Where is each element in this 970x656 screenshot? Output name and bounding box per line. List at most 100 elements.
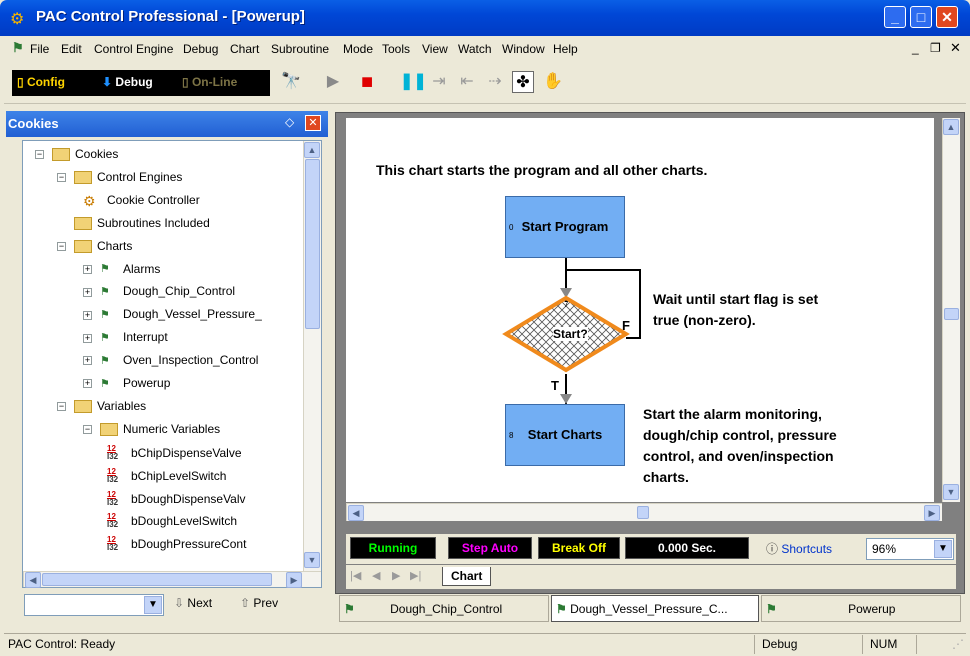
start-charts-block[interactable]: 8 Start Charts	[505, 404, 625, 466]
expand-icon[interactable]: +	[83, 264, 92, 274]
window-tab-dough-vessel[interactable]: ⚑ Dough_Vessel_Pressure_C...	[551, 595, 759, 622]
prev-sheet-icon[interactable]: ◀	[372, 569, 380, 582]
mdi-restore-icon[interactable]: ❐	[930, 41, 941, 55]
chart-vertical-scrollbar[interactable]: ▲ ▼	[942, 118, 960, 502]
menu-chart[interactable]: Chart	[230, 42, 259, 56]
pause-icon[interactable]: ❚❚	[400, 71, 427, 93]
menu-view[interactable]: View	[422, 42, 448, 56]
config-mode-button[interactable]: ▯ Config	[17, 75, 65, 89]
chart-scroll-up-icon[interactable]: ▲	[943, 119, 959, 135]
shortcuts-link[interactable]: ⓘ Shortcuts	[766, 540, 832, 557]
last-sheet-icon[interactable]: ▶|	[410, 569, 421, 582]
mdi-close-icon[interactable]: ✕	[950, 40, 961, 56]
expand-icon[interactable]: +	[83, 287, 92, 297]
chart-sheet-tab[interactable]: Chart	[442, 567, 492, 586]
step-auto-indicator[interactable]: Step Auto	[448, 537, 532, 559]
scroll-up-icon[interactable]: ▲	[304, 142, 320, 158]
scroll-left-icon[interactable]: ◀	[25, 572, 41, 588]
tree-vertical-scrollbar[interactable]: ▲ ▼	[303, 141, 321, 571]
step-out-icon[interactable]: ⇢	[484, 71, 506, 93]
tree-item[interactable]: − Numeric Variables	[83, 422, 220, 444]
tree-item[interactable]: + ⚑ Alarms	[83, 262, 160, 284]
window-tab-powerup[interactable]: ⚑ Powerup	[761, 595, 961, 622]
hscroll-thumb[interactable]	[42, 573, 272, 586]
next-sheet-icon[interactable]: ▶	[392, 569, 400, 582]
tree-item[interactable]: + ⚑ Dough_Chip_Control	[83, 284, 235, 306]
tree-item[interactable]: 12 I32 bDoughDispenseValv	[107, 490, 246, 513]
expand-icon[interactable]: +	[83, 333, 92, 343]
menu-file[interactable]: File	[30, 42, 49, 56]
zoom-select[interactable]: 96% ▼	[866, 538, 954, 560]
zoom-dropdown-icon[interactable]: ▼	[934, 540, 952, 558]
panel-close-icon[interactable]: ✕	[305, 115, 321, 131]
scroll-thumb[interactable]	[305, 159, 320, 329]
document-icon[interactable]: ⚑	[12, 40, 24, 56]
tree-item[interactable]: + ⚑ Interrupt	[83, 330, 168, 352]
chart-vscroll-thumb[interactable]	[944, 308, 959, 320]
scroll-right-icon[interactable]: ▶	[286, 572, 302, 588]
first-sheet-icon[interactable]: |◀	[350, 569, 361, 582]
mdi-minimize-icon[interactable]: _	[912, 41, 919, 55]
chart-scroll-down-icon[interactable]: ▼	[943, 484, 959, 500]
title-bar[interactable]: ⚙ PAC Control Professional - [Powerup] _…	[0, 0, 970, 36]
collapse-icon[interactable]: −	[57, 241, 66, 251]
minimize-button[interactable]: _	[884, 6, 906, 28]
menu-debug[interactable]: Debug	[183, 42, 218, 56]
tree-item[interactable]: − Control Engines	[57, 170, 182, 192]
search-combo[interactable]: ▼	[24, 594, 164, 616]
online-mode-button[interactable]: ▯ On-Line	[182, 75, 237, 89]
find-icon[interactable]: 🔭	[280, 71, 302, 93]
tree-item[interactable]: + ⚑ Dough_Vessel_Pressure_	[83, 307, 262, 329]
scroll-down-icon[interactable]: ▼	[304, 552, 320, 568]
collapse-icon[interactable]: −	[57, 402, 66, 412]
chart-scroll-left-icon[interactable]: ◀	[348, 505, 364, 521]
hand-icon[interactable]: ✋	[542, 71, 564, 93]
tree-item[interactable]: − Charts	[57, 239, 132, 261]
tree-item[interactable]: + ⚑ Oven_Inspection_Control	[83, 353, 258, 375]
menu-window[interactable]: Window	[502, 42, 545, 56]
tree-item[interactable]: 12 I32 bDoughLevelSwitch	[107, 513, 237, 535]
stop-icon[interactable]: ■	[356, 71, 378, 93]
maximize-button[interactable]: □	[910, 6, 932, 28]
next-button[interactable]: ⇩ Next	[174, 596, 212, 610]
debug-mode-button[interactable]: ⬇ Debug	[102, 75, 153, 89]
tree-item[interactable]: ⚙ Cookie Controller	[83, 193, 200, 215]
menu-mode[interactable]: Mode	[343, 42, 373, 56]
chart-scroll-right-icon[interactable]: ▶	[924, 505, 940, 521]
step-line-icon[interactable]: ⇤	[456, 71, 478, 93]
menu-subroutine[interactable]: Subroutine	[271, 42, 329, 56]
tree-item[interactable]: 12 I32 bChipDispenseValve	[107, 444, 242, 467]
chart-horizontal-scrollbar[interactable]: ◀ ▶	[346, 503, 942, 521]
tree-item[interactable]: 12 I32 bDoughPressureCont	[107, 536, 246, 558]
pin-icon[interactable]: ◇	[285, 115, 294, 129]
expand-icon[interactable]: +	[83, 379, 92, 389]
menu-watch[interactable]: Watch	[458, 42, 492, 56]
window-tab-dough-chip[interactable]: ⚑ Dough_Chip_Control	[339, 595, 549, 622]
close-button[interactable]: ✕	[936, 6, 958, 28]
chart-hscroll-thumb[interactable]	[637, 506, 649, 519]
collapse-icon[interactable]: −	[83, 425, 92, 435]
step-block-icon[interactable]: ⇥	[428, 71, 450, 93]
prev-button[interactable]: ⇧ Prev	[240, 596, 278, 610]
tree-item[interactable]: − Variables	[57, 399, 146, 421]
expand-icon[interactable]: +	[83, 356, 92, 366]
combo-dropdown-icon[interactable]: ▼	[144, 596, 162, 614]
collapse-icon[interactable]: −	[57, 173, 66, 183]
menu-control-engine[interactable]: Control Engine	[94, 42, 173, 56]
tree-item[interactable]: − Cookies	[35, 147, 118, 169]
start-program-block[interactable]: 0 Start Program	[505, 196, 625, 258]
tree-item[interactable]: + ⚑ Powerup	[83, 376, 170, 398]
tree-item[interactable]: 12 I32 bChipLevelSwitch	[107, 467, 226, 490]
menu-tools[interactable]: Tools	[382, 42, 410, 56]
expand-icon[interactable]: +	[83, 310, 92, 320]
resize-grip-icon[interactable]: ⋰	[952, 637, 964, 651]
menu-help[interactable]: Help	[553, 42, 578, 56]
breakpoint-icon[interactable]: ✤	[512, 71, 534, 93]
collapse-icon[interactable]: −	[35, 150, 44, 160]
menu-edit[interactable]: Edit	[61, 42, 82, 56]
project-tree[interactable]: − Cookies − Control Engines ⚙ Cookie Controll…	[22, 140, 322, 588]
run-icon[interactable]: ▶	[322, 71, 344, 93]
tree-horizontal-scrollbar[interactable]: ◀ ▶	[23, 571, 321, 588]
break-off-indicator[interactable]: Break Off	[538, 537, 620, 559]
tree-item[interactable]: Subroutines Included	[57, 216, 210, 238]
